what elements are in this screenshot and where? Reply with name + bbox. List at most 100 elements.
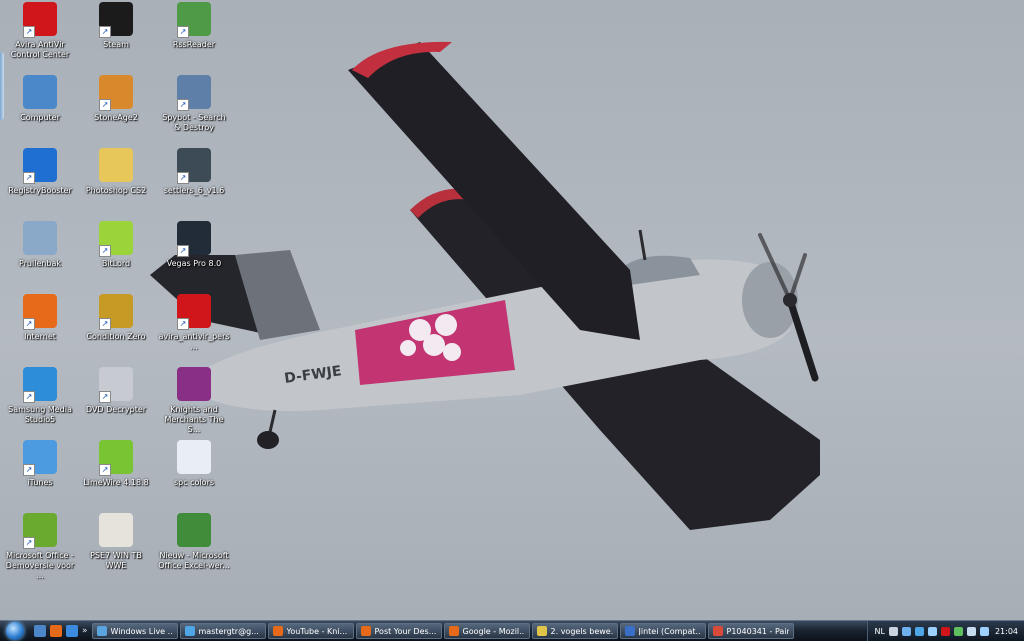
- shortcut-arrow-icon: ↗: [177, 99, 189, 111]
- desktop-icon[interactable]: ↗ LimeWire 4.18.8: [80, 440, 152, 512]
- desktop-icon[interactable]: ↗ BitLord: [80, 221, 152, 293]
- desktop-icon[interactable]: ↗ avira_antivir_pers...: [158, 294, 230, 366]
- internet-explorer-icon[interactable]: [66, 625, 78, 637]
- folder-icon: [99, 148, 133, 182]
- desktop-icon[interactable]: ↗ StoneAge2: [80, 75, 152, 147]
- taskbar-button[interactable]: Google - Mozil...: [443, 623, 530, 639]
- settlers-shield-icon: ↗: [177, 148, 211, 184]
- text-document-icon: [177, 440, 211, 474]
- taskbar-button[interactable]: Post Your Des...: [355, 623, 442, 639]
- office-icon: ↗: [23, 513, 57, 549]
- desktop-icon[interactable]: ↗ RssReader: [158, 2, 230, 74]
- taskbar-button[interactable]: 2. vogels bewe...: [531, 623, 618, 639]
- msn-tray-icon[interactable]: [914, 626, 924, 636]
- desktop-icon-label: Internet: [24, 332, 56, 341]
- desktop-icon-label: PSE7 WIN TB WWE: [90, 551, 142, 570]
- desktop-icon[interactable]: ↗ Avira AntiVir Control Center: [4, 2, 76, 74]
- shortcut-arrow-icon: ↗: [23, 26, 35, 38]
- taskbar-button[interactable]: Jintei (Compat...: [619, 623, 706, 639]
- desktop-icon-label: LimeWire 4.18.8: [83, 478, 149, 487]
- desktop-icon-label: Samsung Media Studio5: [8, 405, 72, 424]
- desktop-icon-label: Photoshop CS2: [85, 186, 147, 195]
- arrow-icon[interactable]: [901, 626, 911, 636]
- desktop-icon-label: Knights and Merchants The S...: [164, 405, 224, 434]
- desktop-icon[interactable]: ↗ Vegas Pro 8.0: [158, 221, 230, 293]
- shortcut-arrow-icon: ↗: [99, 245, 111, 257]
- taskbar-button[interactable]: YouTube - Kni...: [267, 623, 354, 639]
- taskbar-button-label: YouTube - Kni...: [286, 626, 348, 636]
- firefox-icon: ↗: [23, 294, 57, 330]
- desktop-icon[interactable]: spc colors: [158, 440, 230, 512]
- language-indicator[interactable]: NL: [874, 627, 884, 636]
- msn-icon: [184, 626, 195, 636]
- desktop-icon[interactable]: Knights and Merchants The S...: [158, 367, 230, 439]
- desktop-icon[interactable]: Computer: [4, 75, 76, 147]
- rss-reader-icon: ↗: [177, 2, 211, 38]
- shortcut-arrow-icon: ↗: [23, 318, 35, 330]
- system-tray: NL 21:04: [867, 621, 1024, 641]
- desktop-icon-label: StoneAge2: [94, 113, 138, 122]
- avira-tray-icon[interactable]: [940, 626, 950, 636]
- desktop-wallpaper: D-FWJE ↗ Avira AntiVir Control Center ↗ Ste…: [0, 0, 1024, 620]
- desktop-icon[interactable]: ↗ Internet: [4, 294, 76, 366]
- keyboard-icon[interactable]: [888, 626, 898, 636]
- desktop-icon[interactable]: Nieuw - Microsoft Office Excel-wer...: [158, 513, 230, 585]
- registry-booster-icon: ↗: [23, 148, 57, 184]
- desktop-icon[interactable]: ↗ iTunes: [4, 440, 76, 512]
- taskbar-button-label: mastergtr@g...: [198, 626, 259, 636]
- desktop-icon[interactable]: ↗ Microsoft Office - Demoversie voor ...: [4, 513, 76, 585]
- desktop-icon[interactable]: PSE7 WIN TB WWE: [80, 513, 152, 585]
- shortcut-arrow-icon: ↗: [177, 172, 189, 184]
- quick-launch-overflow-button[interactable]: »: [82, 626, 88, 636]
- computer-icon: [23, 75, 57, 109]
- desktop-icon[interactable]: ↗ Samsung Media Studio5: [4, 367, 76, 439]
- shortcut-arrow-icon: ↗: [23, 172, 35, 184]
- taskbar-button-label: Jintei (Compat...: [638, 626, 701, 636]
- shortcut-arrow-icon: ↗: [99, 99, 111, 111]
- shortcut-arrow-icon: ↗: [23, 537, 35, 549]
- desktop-icon-label: Computer: [20, 113, 60, 122]
- desktop-icon-label: DVD Decrypter: [85, 405, 147, 414]
- avira-umbrella-icon: ↗: [23, 2, 57, 38]
- tail-wheel: [257, 431, 279, 449]
- samsung-media-icon: ↗: [23, 367, 57, 403]
- taskbar-button-label: 2. vogels bewe...: [550, 626, 613, 636]
- desktop-icon[interactable]: ↗ DVD Decrypter: [80, 367, 152, 439]
- taskbar-button[interactable]: P1040341 - Paint: [707, 623, 794, 639]
- counter-strike-icon: ↗: [99, 294, 133, 330]
- desktop-icon[interactable]: Prullenbak: [4, 221, 76, 293]
- taskbar-button[interactable]: mastergtr@g...: [179, 623, 266, 639]
- desktop-icon[interactable]: ↗ Steam: [80, 2, 152, 74]
- shortcut-arrow-icon: ↗: [99, 318, 111, 330]
- taskbar: » Windows Live ... mastergtr@g... YouTube …: [0, 620, 1024, 641]
- desktop-icon-label: spc colors: [173, 478, 215, 487]
- taskbar-button-label: Windows Live ...: [110, 626, 173, 636]
- desktop-icon-label: Condition Zero: [86, 332, 146, 341]
- desktop-icon[interactable]: ↗ settlers_6_v1.6: [158, 148, 230, 220]
- taskbar-button[interactable]: Windows Live ...: [91, 623, 178, 639]
- desktop-icon[interactable]: Photoshop CS2: [80, 148, 152, 220]
- desktop-icon-label: Prullenbak: [18, 259, 62, 268]
- shortcut-arrow-icon: ↗: [99, 464, 111, 476]
- firefox-icon[interactable]: [50, 625, 62, 637]
- desktop-icon[interactable]: ↗ Spybot - Search & Destroy: [158, 75, 230, 147]
- steam-icon: ↗: [99, 2, 133, 38]
- show-desktop-icon[interactable]: [34, 625, 46, 637]
- start-button[interactable]: [0, 621, 30, 641]
- desktop-icon[interactable]: ↗ RegistryBooster: [4, 148, 76, 220]
- bitlord-icon: ↗: [99, 221, 133, 257]
- desktop-icon[interactable]: ↗ Condition Zero: [80, 294, 152, 366]
- desktop-icon-label: settlers_6_v1.6: [163, 186, 225, 195]
- taskbar-button-label: P1040341 - Paint: [726, 626, 789, 636]
- clock[interactable]: 21:04: [995, 627, 1018, 636]
- recycle-bin-icon: [23, 221, 57, 255]
- network-icon[interactable]: [927, 626, 937, 636]
- antivirus-tray-icon[interactable]: [953, 626, 963, 636]
- shortcut-arrow-icon: ↗: [177, 318, 189, 330]
- shortcut-arrow-icon: ↗: [177, 26, 189, 38]
- task-buttons: Windows Live ... mastergtr@g... YouTube - …: [91, 621, 794, 641]
- winrar-archive-icon: [177, 367, 211, 401]
- desktop-icon-label: iTunes: [27, 478, 53, 487]
- volume-icon[interactable]: [966, 626, 976, 636]
- network-tray-icon[interactable]: [979, 626, 989, 636]
